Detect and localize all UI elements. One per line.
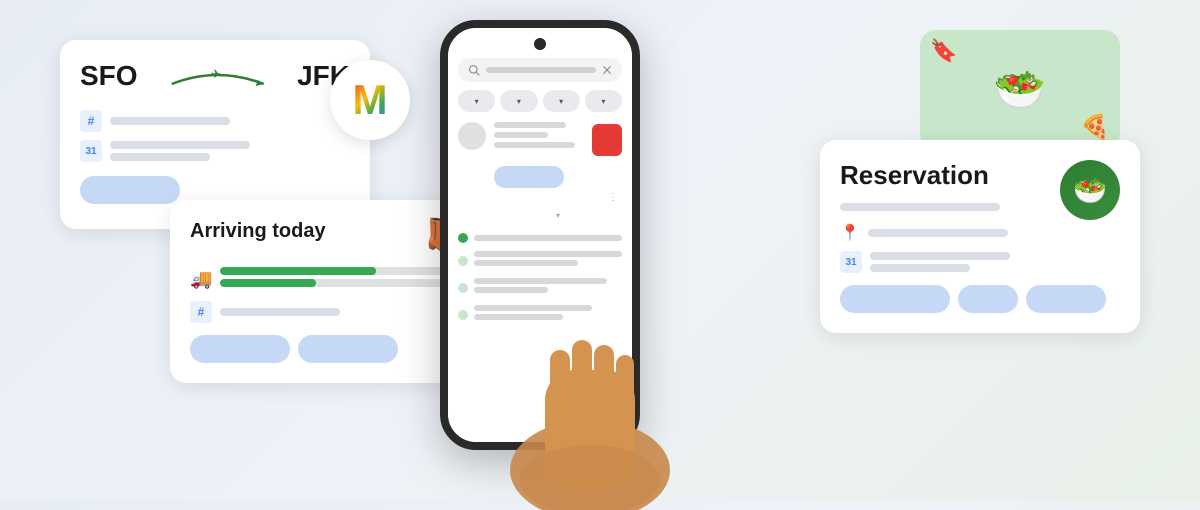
food-preview-card: 🥗 🍕 🔖	[920, 30, 1120, 150]
food-image: 🥗 🍕 🔖	[920, 30, 1120, 150]
email-item-3	[458, 251, 622, 270]
delivery-hashtag-icon: #	[190, 301, 212, 323]
flight-calendar-row: 31	[80, 140, 350, 162]
email-action-pill[interactable]	[494, 166, 564, 188]
search-icon	[468, 64, 480, 76]
phone-camera	[534, 38, 546, 50]
reservation-calendar-row: 31	[840, 251, 1120, 273]
delivery-status-row: 🚚	[190, 267, 460, 291]
flight-detail-bar	[110, 117, 230, 125]
close-icon	[602, 65, 612, 75]
reservation-date-bar	[870, 252, 1010, 260]
location-bar	[868, 229, 1008, 237]
flight-action-button[interactable]	[80, 176, 180, 204]
reservation-button-2[interactable]	[958, 285, 1018, 313]
status-dot-4	[458, 310, 468, 320]
delivery-title: Arriving today	[190, 220, 326, 243]
filter-chip-3[interactable]: ▾	[543, 90, 580, 112]
delivery-hashtag-row: #	[190, 301, 460, 323]
reservation-time-bar	[870, 264, 970, 272]
flight-arrow: ✈	[146, 64, 290, 88]
hand	[490, 290, 690, 510]
reservation-location-row: 📍	[840, 223, 1120, 243]
shopping-bag-icon	[592, 124, 622, 156]
delivery-button-1[interactable]	[190, 335, 290, 363]
svg-text:✈: ✈	[210, 67, 220, 81]
reservation-calendar-icon: 31	[840, 251, 862, 273]
filter-chip-1[interactable]: ▾	[458, 90, 495, 112]
reservation-button-1[interactable]	[840, 285, 950, 313]
truck-icon: 🚚	[190, 269, 212, 290]
flight-hashtag-row: #	[80, 110, 350, 132]
avatar-1	[458, 122, 486, 150]
phone-search-bar[interactable]	[458, 58, 622, 82]
calendar-icon: 31	[80, 140, 102, 162]
blue-pill-container: ⋮ ▾	[494, 166, 622, 223]
delivery-progress	[220, 267, 460, 291]
hashtag-icon: #	[80, 110, 102, 132]
pizza-emoji: 🍕	[1080, 113, 1110, 142]
reservation-food-icon: 🥗	[1060, 160, 1120, 220]
email-item-2	[458, 233, 622, 243]
food-emoji: 🥗	[994, 66, 1046, 115]
dropdown-indicator: ▾	[494, 205, 622, 223]
progress-fill-2	[220, 279, 316, 287]
location-pin-icon: 📍	[840, 223, 860, 243]
reservation-button-3[interactable]	[1026, 285, 1106, 313]
gmail-logo: M	[330, 60, 410, 140]
filter-row: ▾ ▾ ▾ ▾	[458, 90, 622, 112]
delivery-actions	[190, 335, 460, 363]
delivery-id-bar	[220, 308, 340, 316]
flight-time-bar	[110, 153, 210, 161]
progress-fill	[220, 267, 376, 275]
reservation-card: Reservation 🥗 📍 31	[820, 140, 1140, 333]
status-dot-3	[458, 283, 468, 293]
email-item-1	[458, 122, 622, 156]
email-lines-1	[494, 122, 584, 152]
flight-date-bar	[110, 141, 250, 149]
flight-origin: SFO	[80, 60, 138, 92]
food-plate-emoji: 🥗	[1073, 174, 1108, 207]
filter-chip-2[interactable]: ▾	[500, 90, 537, 112]
delivery-card: Arriving today 👢 🚚 #	[170, 200, 480, 383]
delivery-button-2[interactable]	[298, 335, 398, 363]
status-dot-1	[458, 233, 468, 243]
flight-route: SFO ✈ JFK	[80, 60, 350, 92]
reservation-actions	[840, 285, 1120, 313]
gmail-letter: M	[353, 79, 388, 121]
more-dots: ⋮	[494, 192, 622, 203]
search-text-bar	[486, 67, 596, 73]
bookmark-icon: 🔖	[930, 38, 957, 64]
status-dot-2	[458, 256, 468, 266]
filter-chip-4[interactable]: ▾	[585, 90, 622, 112]
reservation-detail-bar	[840, 203, 1000, 211]
